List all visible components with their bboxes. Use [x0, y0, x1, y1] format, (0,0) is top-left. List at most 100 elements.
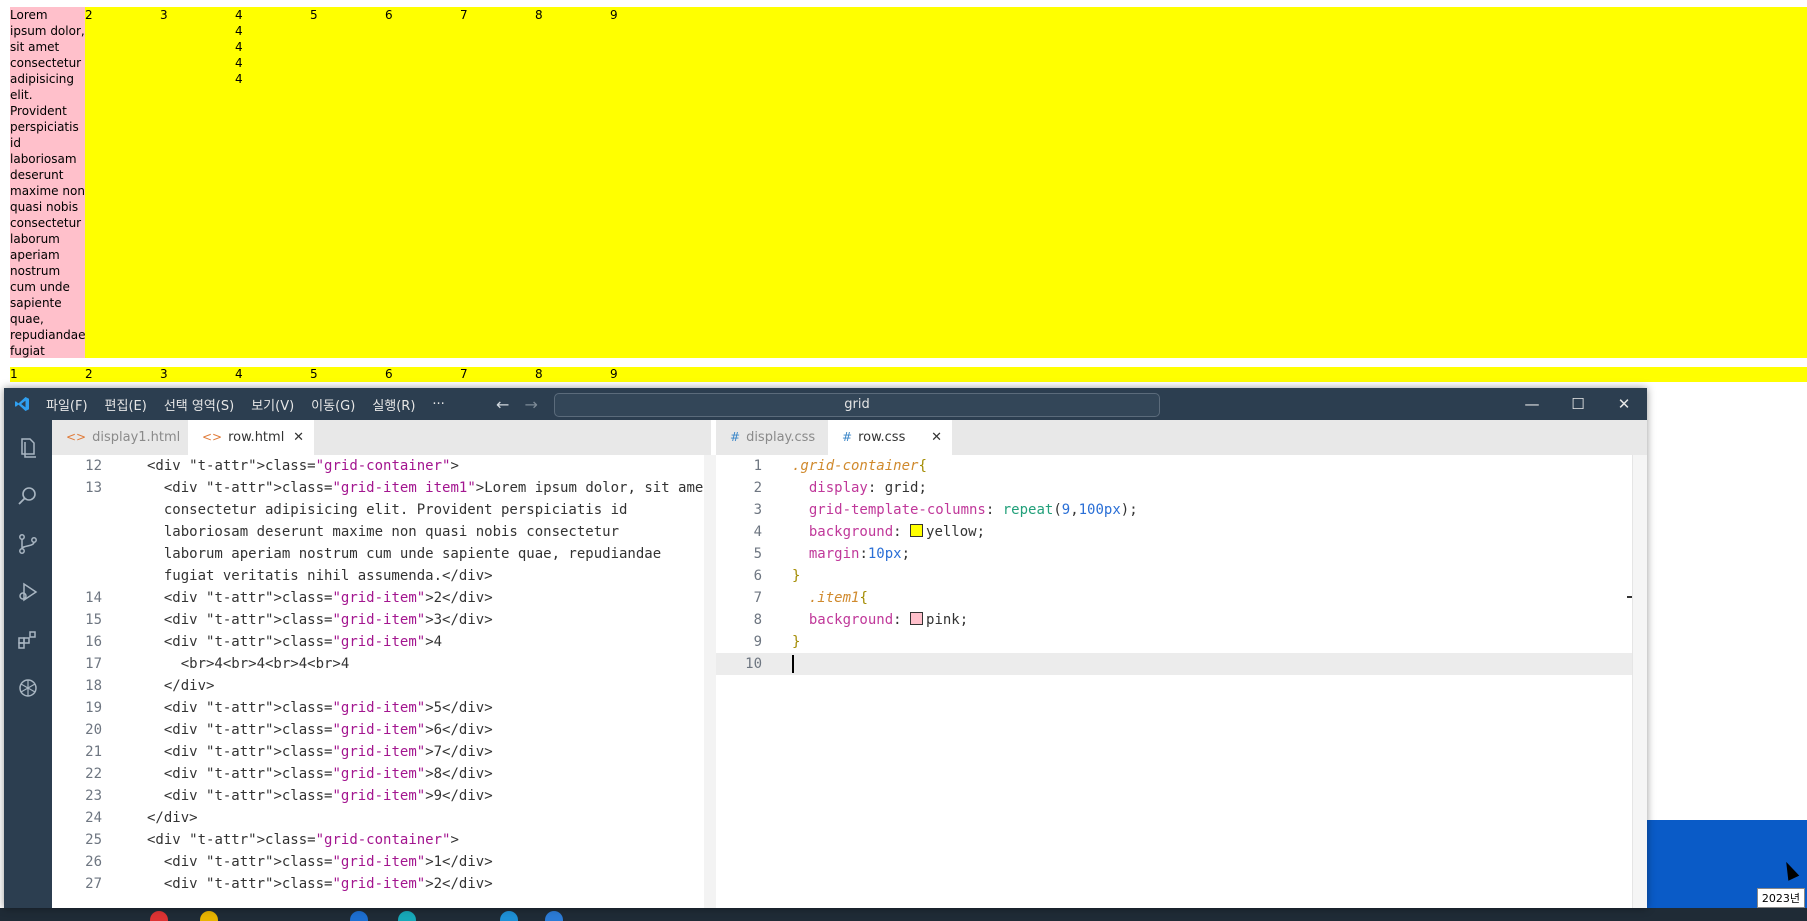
color-swatch-pink-icon[interactable]	[910, 612, 924, 625]
line-number: 26	[85, 854, 102, 870]
grid-item: 4	[235, 367, 243, 381]
extensions-icon[interactable]	[16, 628, 40, 652]
code-text: <div "t-attr">class="grid-item item1">Lo…	[147, 480, 705, 496]
maximize-button[interactable]: ☐	[1555, 388, 1601, 420]
code-line: 8 background: pink;	[716, 609, 1647, 631]
css-file-icon: #	[842, 430, 853, 444]
line-number: 3	[753, 502, 762, 518]
vertical-scrollbar[interactable]	[1632, 455, 1647, 908]
html-file-icon: <>	[202, 430, 223, 444]
tab-display1-html[interactable]: <> display1.html	[52, 420, 200, 455]
line-number: 6	[753, 568, 762, 584]
grid-item-1-lorem: Lorem ipsum dolor, sit amet consectetur …	[10, 7, 85, 358]
window-controls: — ☐ ✕	[1509, 388, 1647, 420]
code-line-wrap: consectetur adipisicing elit. Provident …	[52, 499, 704, 521]
editor-tabs-left: <> display1.html <> row.html ✕	[52, 420, 711, 455]
grid-item: 1	[10, 367, 18, 381]
code-text: <div "t-attr">class="grid-item">2</div>	[147, 876, 493, 892]
code-line-current: 10	[716, 653, 1647, 675]
html-editor[interactable]: 12 <div "t-attr">class="grid-container"> …	[52, 455, 705, 908]
line-number: 2	[753, 480, 762, 496]
grid-item: 3	[160, 367, 168, 381]
grid-item: 7	[460, 367, 468, 381]
grid-item-4-line: 4	[235, 56, 243, 70]
back-arrow-icon[interactable]: ←	[496, 395, 509, 414]
line-number: 21	[85, 744, 102, 760]
code-line: 12 <div "t-attr">class="grid-container">	[52, 455, 704, 477]
code-line: 22 <div "t-attr">class="grid-item">8</di…	[52, 763, 704, 785]
code-text: <div "t-attr">class="grid-item">9</div>	[147, 788, 493, 804]
code-text: }	[792, 634, 801, 650]
grid-item-2: 2	[85, 8, 93, 22]
line-number: 10	[745, 656, 762, 672]
command-center-search[interactable]: grid	[554, 393, 1160, 417]
code-line: 16 <div "t-attr">class="grid-item">4	[52, 631, 704, 653]
tab-row-html[interactable]: <> row.html ✕	[188, 420, 314, 455]
code-text: <div "t-attr">class="grid-item">8</div>	[147, 766, 493, 782]
line-number: 27	[85, 876, 102, 892]
search-icon[interactable]	[16, 484, 40, 508]
tab-display-css[interactable]: # display.css	[716, 420, 840, 455]
css-editor[interactable]: 1 .grid-container{ 2 display: grid; 3 gri…	[716, 455, 1647, 908]
line-number: 12	[85, 458, 102, 474]
close-button[interactable]: ✕	[1601, 388, 1647, 420]
code-text: display: grid;	[808, 480, 927, 496]
menu-selection[interactable]: 선택 영역(S)	[164, 395, 234, 414]
forward-arrow-icon[interactable]: →	[525, 395, 538, 414]
tab-label: display.css	[746, 430, 816, 445]
grid-item: 9	[610, 367, 618, 381]
line-number: 22	[85, 766, 102, 782]
code-line: 3 grid-template-columns: repeat(9,100px)…	[716, 499, 1647, 521]
tab-label: display1.html	[92, 430, 181, 445]
line-number: 14	[85, 590, 102, 606]
grid-item-4-line: 4	[235, 72, 243, 86]
grid-item: 2	[85, 367, 93, 381]
line-number: 13	[85, 480, 102, 496]
chatgpt-extension-icon[interactable]	[16, 676, 40, 700]
editor-group-divider[interactable]	[704, 455, 716, 908]
menu-more[interactable]: ···	[432, 397, 444, 412]
tab-label: row.css	[858, 430, 906, 445]
code-text: background: yellow;	[808, 524, 986, 540]
code-text: <br>4<br>4<br>4<br>4	[147, 656, 350, 672]
code-text: <div "t-attr">class="grid-item">5</div>	[147, 700, 493, 716]
menu-file[interactable]: 파일(F)	[46, 395, 88, 414]
minimize-button[interactable]: —	[1509, 388, 1555, 420]
code-line: 2 display: grid;	[716, 477, 1647, 499]
close-tab-icon[interactable]: ✕	[931, 420, 942, 455]
code-line: 15 <div "t-attr">class="grid-item">3</di…	[52, 609, 704, 631]
close-tab-icon[interactable]: ✕	[293, 420, 304, 455]
title-bar: 파일(F) 편집(E) 선택 영역(S) 보기(V) 이동(G) 실행(R) ·…	[4, 388, 1647, 420]
code-text: <div "t-attr">class="grid-item">1</div>	[147, 854, 493, 870]
code-line-wrap: fugiat veritatis nihil assumenda.</div>	[52, 565, 704, 587]
code-line: 6}	[716, 565, 1647, 587]
line-number: 5	[753, 546, 762, 562]
editor-tabs-right: # display.css # row.css ✕	[716, 420, 1647, 455]
source-control-icon[interactable]	[16, 532, 40, 556]
taskbar-clock-date[interactable]: 2023년	[1756, 888, 1805, 908]
grid-item: 5	[310, 367, 318, 381]
code-text: <div "t-attr">class="grid-item">7</div>	[147, 744, 493, 760]
tab-row-css[interactable]: # row.css ✕	[828, 420, 952, 455]
code-text: background: pink;	[808, 612, 969, 628]
code-line: 21 <div "t-attr">class="grid-item">7</di…	[52, 741, 704, 763]
code-line: 7 .item1{	[716, 587, 1647, 609]
line-number: 23	[85, 788, 102, 804]
code-text: <div "t-attr">class="grid-item">6</div>	[147, 722, 493, 738]
code-text: </div>	[147, 810, 198, 826]
code-line: 24 </div>	[52, 807, 704, 829]
menu-bar: 파일(F) 편집(E) 선택 영역(S) 보기(V) 이동(G) 실행(R) ·…	[46, 388, 462, 420]
run-debug-icon[interactable]	[16, 580, 40, 604]
code-line: 23 <div "t-attr">class="grid-item">9</di…	[52, 785, 704, 807]
code-line-wrap: laborum aperiam nostrum cum unde sapient…	[52, 543, 704, 565]
color-swatch-yellow-icon[interactable]	[910, 524, 924, 537]
code-text: fugiat veritatis nihil assumenda.</div>	[147, 568, 493, 584]
menu-edit[interactable]: 편집(E)	[105, 395, 147, 414]
grid-item: 8	[535, 367, 543, 381]
line-number: 8	[753, 612, 762, 628]
menu-run[interactable]: 실행(R)	[372, 395, 415, 414]
menu-go[interactable]: 이동(G)	[311, 395, 355, 414]
menu-view[interactable]: 보기(V)	[251, 395, 294, 414]
explorer-icon[interactable]	[16, 436, 40, 460]
code-text: .item1{	[808, 590, 868, 606]
